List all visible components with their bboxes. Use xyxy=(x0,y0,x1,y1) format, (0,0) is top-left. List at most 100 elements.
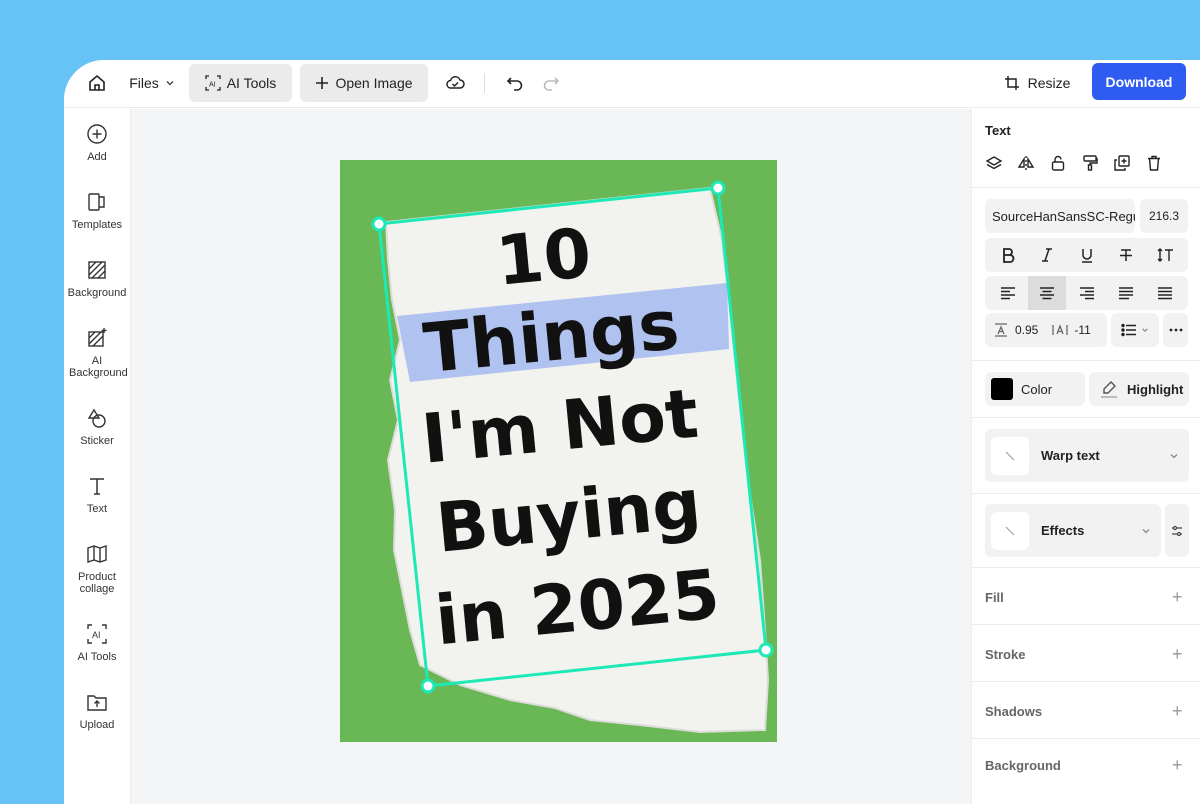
bold-button[interactable] xyxy=(989,238,1027,272)
left-sidebar: Add Templates Background AI Background S… xyxy=(64,109,131,804)
highlight-button[interactable]: Highlight xyxy=(1089,372,1189,406)
duplicate-button[interactable] xyxy=(1112,153,1132,173)
sidebar-item-text[interactable]: Text xyxy=(64,475,130,515)
files-menu[interactable]: Files xyxy=(124,64,180,102)
highlight-label: Highlight xyxy=(1127,381,1184,397)
download-button[interactable]: Download xyxy=(1092,63,1186,100)
sidebar-item-sticker[interactable]: Sticker xyxy=(64,407,130,447)
spacing-controls[interactable]: 0.95 -11 xyxy=(985,313,1107,347)
svg-text:AI: AI xyxy=(92,630,101,640)
cloud-icon xyxy=(446,76,465,89)
cloud-save-button[interactable] xyxy=(438,64,472,102)
artboard-graphic: 10 Things I'm Not Buying in 2025 xyxy=(371,180,774,734)
toolbar-divider xyxy=(484,73,485,93)
font-family-select[interactable]: SourceHanSansSC-Regular xyxy=(985,199,1135,233)
warp-preview xyxy=(991,436,1029,475)
add-fill-button[interactable]: + xyxy=(1172,588,1183,606)
align-left-button[interactable] xyxy=(989,276,1027,310)
top-toolbar: Files AI AI Tools Open Image Resize Down… xyxy=(64,60,1200,108)
panel-divider xyxy=(972,360,1200,361)
panel-divider xyxy=(972,187,1200,188)
panel-divider xyxy=(972,417,1200,418)
flip-button[interactable] xyxy=(1016,153,1036,173)
text-direction-button[interactable] xyxy=(1146,238,1184,272)
add-background-button[interactable]: + xyxy=(1172,756,1183,774)
more-options-button[interactable] xyxy=(1163,313,1188,347)
sidebar-item-label: Upload xyxy=(79,719,115,731)
italic-button[interactable] xyxy=(1028,238,1066,272)
sidebar-item-upload[interactable]: Upload xyxy=(64,691,130,731)
resize-label: Resize xyxy=(1027,75,1071,91)
font-size-input[interactable]: 216.3 xyxy=(1140,199,1188,233)
home-button[interactable] xyxy=(80,64,114,102)
text-style-row xyxy=(985,238,1188,272)
align-right-button[interactable] xyxy=(1068,276,1106,310)
sidebar-item-product-collage[interactable]: Product collage xyxy=(64,543,130,595)
open-image-button[interactable]: Open Image xyxy=(300,64,428,102)
layers-button[interactable] xyxy=(984,153,1004,173)
chevron-down-icon xyxy=(1142,328,1148,332)
list-style-select[interactable] xyxy=(1111,313,1159,347)
justify-all-button[interactable] xyxy=(1146,276,1184,310)
sidebar-item-label: Text xyxy=(86,503,108,515)
text-direction-icon xyxy=(1157,248,1173,262)
strikethrough-button[interactable] xyxy=(1107,238,1145,272)
artboard[interactable]: 10 Things I'm Not Buying in 2025 xyxy=(340,160,777,742)
align-center-button[interactable] xyxy=(1028,276,1067,310)
plus-icon: + xyxy=(1172,644,1183,664)
ai-tools-button[interactable]: AI AI Tools xyxy=(189,64,292,102)
sidebar-item-templates[interactable]: Templates xyxy=(64,191,130,231)
line-spacing-value: 0.95 xyxy=(1015,323,1039,337)
background-section-label: Background xyxy=(985,758,1061,773)
home-icon xyxy=(89,74,105,91)
effects-settings-button[interactable] xyxy=(1165,504,1189,557)
effects-select[interactable]: Effects xyxy=(985,504,1161,557)
sidebar-item-add[interactable]: Add xyxy=(64,123,130,163)
bold-icon xyxy=(1003,248,1015,263)
trash-icon xyxy=(1148,155,1160,171)
plus-icon: + xyxy=(1172,701,1183,721)
underline-button[interactable] xyxy=(1068,238,1106,272)
strikethrough-icon xyxy=(1119,249,1132,261)
warp-label: Warp text xyxy=(1041,448,1100,463)
add-stroke-button[interactable]: + xyxy=(1172,645,1183,663)
canvas-area[interactable]: 10 Things I'm Not Buying in 2025 xyxy=(131,109,971,804)
effects-label: Effects xyxy=(1041,523,1085,538)
plus-icon: + xyxy=(1172,587,1183,607)
upload-icon xyxy=(87,695,107,711)
color-label: Color xyxy=(1021,381,1053,397)
ai-icon: AI xyxy=(205,75,221,91)
panel-divider xyxy=(972,493,1200,494)
open-image-label: Open Image xyxy=(335,75,413,91)
resize-handle-bottom-left[interactable] xyxy=(420,678,436,694)
font-family-value: SourceHanSansSC-Regular xyxy=(992,208,1135,224)
delete-button[interactable] xyxy=(1144,153,1164,173)
sidebar-item-ai-background[interactable]: AI Background xyxy=(64,327,130,379)
more-icon xyxy=(1169,328,1182,332)
undo-button[interactable] xyxy=(498,64,532,102)
resize-handle-top-left[interactable] xyxy=(371,216,387,232)
redo-button[interactable] xyxy=(534,64,568,102)
sidebar-item-background[interactable]: Background xyxy=(64,259,130,299)
sidebar-item-label: AI Tools xyxy=(77,651,117,663)
text-color-button[interactable]: Color xyxy=(985,372,1085,406)
resize-handle-top-right[interactable] xyxy=(710,180,726,196)
sidebar-item-label: AI Background xyxy=(69,355,128,379)
warp-text-select[interactable]: Warp text xyxy=(985,429,1189,482)
line-spacing-icon xyxy=(995,323,1007,337)
format-painter-button[interactable] xyxy=(1080,153,1100,173)
fill-section-label: Fill xyxy=(985,590,1004,605)
plus-circle-icon xyxy=(87,124,107,144)
add-shadow-button[interactable]: + xyxy=(1172,702,1183,720)
letter-spacing-value: -11 xyxy=(1074,323,1091,337)
sidebar-item-ai-tools[interactable]: AI AI Tools xyxy=(64,623,130,663)
undo-icon xyxy=(506,77,523,91)
ai-tools-label: AI Tools xyxy=(226,75,277,91)
lock-button[interactable] xyxy=(1048,153,1068,173)
resize-button[interactable]: Resize xyxy=(998,64,1076,102)
resize-handle-bottom-right[interactable] xyxy=(758,642,774,658)
paint-roller-icon xyxy=(1083,155,1098,171)
svg-text:AI: AI xyxy=(209,82,216,89)
italic-icon xyxy=(1042,248,1053,262)
justify-button[interactable] xyxy=(1107,276,1145,310)
